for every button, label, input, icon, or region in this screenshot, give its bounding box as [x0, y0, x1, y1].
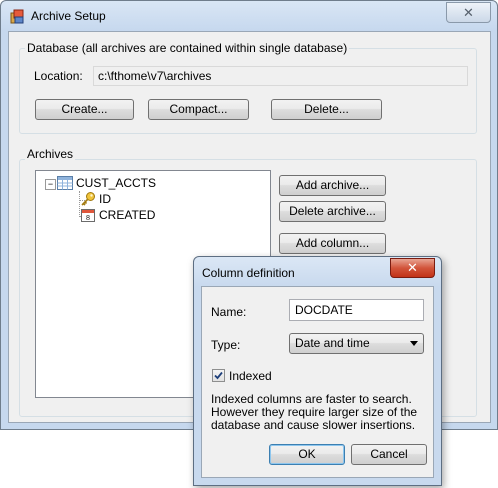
indexed-checkbox[interactable]	[212, 369, 225, 382]
chevron-down-icon	[410, 341, 418, 346]
indexed-description: Indexed columns are faster to search. Ho…	[211, 393, 426, 432]
create-button[interactable]: Create...	[35, 99, 134, 120]
archives-group-label: Archives	[25, 147, 76, 161]
dialog-client-area: Name: DOCDATE Type: Date and time Indexe…	[201, 286, 434, 478]
delete-archive-button[interactable]: Delete archive...	[279, 201, 386, 222]
type-select-value: Date and time	[295, 336, 370, 350]
cancel-button[interactable]: Cancel	[351, 444, 427, 465]
archive-app-icon	[9, 8, 25, 24]
tree-item-id[interactable]: ID	[99, 191, 111, 207]
location-field[interactable]: c:\fthome\v7\archives	[93, 66, 468, 86]
dialog-title: Column definition	[202, 266, 295, 280]
description-line: database and cause slower insertions.	[211, 418, 416, 432]
column-name-input[interactable]: DOCDATE	[289, 299, 424, 321]
location-label: Location:	[34, 69, 83, 83]
ok-button[interactable]: OK	[269, 444, 345, 465]
tree-expander[interactable]: −	[45, 179, 56, 190]
tree-item-created[interactable]: CREATED	[99, 207, 155, 223]
database-group-label: Database (all archives are contained wit…	[25, 41, 350, 55]
title-bar[interactable]: Archive Setup ✕	[1, 1, 497, 31]
window-title: Archive Setup	[31, 9, 106, 23]
checkmark-icon	[214, 371, 223, 380]
add-archive-button[interactable]: Add archive...	[279, 175, 386, 196]
window-close-button[interactable]: ✕	[446, 2, 491, 23]
calendar-icon: 8	[80, 207, 96, 226]
add-column-button[interactable]: Add column...	[279, 233, 386, 254]
dialog-close-button[interactable]: ✕	[390, 258, 435, 278]
compact-button[interactable]: Compact...	[148, 99, 249, 120]
tree-item-cust-accts[interactable]: CUST_ACCTS	[76, 175, 156, 191]
column-definition-dialog: Column definition ✕ Name: DOCDATE Type: …	[193, 256, 442, 486]
indexed-label[interactable]: Indexed	[229, 369, 272, 383]
type-label: Type:	[211, 338, 241, 352]
table-icon	[57, 176, 73, 193]
name-label: Name:	[211, 305, 247, 319]
database-group	[19, 48, 477, 134]
type-select[interactable]: Date and time	[289, 333, 424, 354]
svg-text:8: 8	[86, 214, 90, 222]
delete-button[interactable]: Delete...	[271, 99, 382, 120]
